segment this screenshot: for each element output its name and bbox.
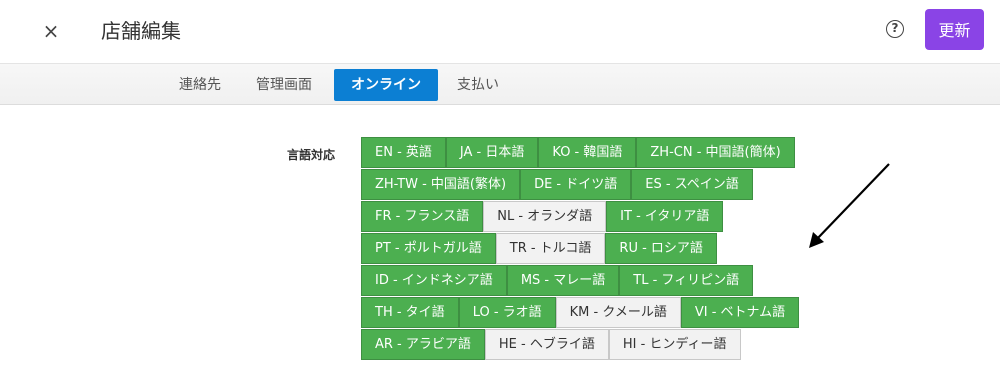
language-toggle-en[interactable]: EN - 英語 <box>361 137 446 168</box>
language-toggle-nl[interactable]: NL - オランダ語 <box>483 201 607 232</box>
language-toggle-es[interactable]: ES - スペイン語 <box>631 169 753 200</box>
language-toggle-id[interactable]: ID - インドネシア語 <box>361 265 507 296</box>
annotation-arrow-icon <box>809 163 890 248</box>
language-toggle-vi[interactable]: VI - ベトナム語 <box>680 297 800 328</box>
tab-payment[interactable]: 支払い <box>457 69 499 101</box>
languages-label: 言語対応 <box>287 148 336 162</box>
language-row: ZH-TW - 中国語(繁体) DE - ドイツ語 ES - スペイン語 <box>361 169 841 201</box>
language-toggle-grid: EN - 英語 JA - 日本語 KO - 韓国語 ZH-CN - 中国語(簡体) ZH… <box>361 137 841 361</box>
language-toggle-zh-tw[interactable]: ZH-TW - 中国語(繁体) <box>361 169 521 200</box>
tab-admin[interactable]: 管理画面 <box>256 69 312 101</box>
language-toggle-tl[interactable]: TL - フィリピン語 <box>619 265 754 296</box>
language-toggle-it[interactable]: IT - イタリア語 <box>606 201 724 232</box>
language-toggle-km[interactable]: KM - クメール語 <box>555 297 681 328</box>
language-row: EN - 英語 JA - 日本語 KO - 韓国語 ZH-CN - 中国語(簡体) <box>361 137 841 169</box>
language-toggle-zh-cn[interactable]: ZH-CN - 中国語(簡体) <box>636 137 795 168</box>
help-icon[interactable]: ? <box>886 20 904 38</box>
language-toggle-ms[interactable]: MS - マレー語 <box>506 265 620 296</box>
language-row: ID - インドネシア語 MS - マレー語 TL - フィリピン語 <box>361 265 841 297</box>
language-toggle-th[interactable]: TH - タイ語 <box>361 297 459 328</box>
header-bar: × 店舗編集 ? 更新 <box>0 0 1000 64</box>
language-toggle-ru[interactable]: RU - ロシア語 <box>605 233 717 264</box>
tab-online[interactable]: オンライン <box>334 69 438 101</box>
tab-bar: 連絡先 管理画面 オンライン 支払い <box>0 64 1000 105</box>
tab-contact[interactable]: 連絡先 <box>179 69 221 101</box>
close-icon[interactable]: × <box>38 18 64 44</box>
language-toggle-ar[interactable]: AR - アラビア語 <box>361 329 485 360</box>
page-title: 店舗編集 <box>101 19 181 43</box>
update-button[interactable]: 更新 <box>925 9 984 50</box>
language-toggle-he[interactable]: HE - ヘブライ語 <box>484 329 609 360</box>
language-toggle-tr[interactable]: TR - トルコ語 <box>495 233 606 264</box>
language-toggle-pt[interactable]: PT - ポルトガル語 <box>361 233 496 264</box>
language-toggle-ko[interactable]: KO - 韓国語 <box>538 137 637 168</box>
language-row: AR - アラビア語 HE - ヘブライ語 HI - ヒンディー語 <box>361 329 841 361</box>
language-toggle-hi[interactable]: HI - ヒンディー語 <box>608 329 741 360</box>
language-row: TH - タイ語 LO - ラオ語 KM - クメール語 VI - ベトナム語 <box>361 297 841 329</box>
language-toggle-fr[interactable]: FR - フランス語 <box>361 201 484 232</box>
language-toggle-lo[interactable]: LO - ラオ語 <box>458 297 556 328</box>
language-row: PT - ポルトガル語 TR - トルコ語 RU - ロシア語 <box>361 233 841 265</box>
language-toggle-de[interactable]: DE - ドイツ語 <box>520 169 632 200</box>
language-row: FR - フランス語 NL - オランダ語 IT - イタリア語 <box>361 201 841 233</box>
language-toggle-ja[interactable]: JA - 日本語 <box>445 137 539 168</box>
